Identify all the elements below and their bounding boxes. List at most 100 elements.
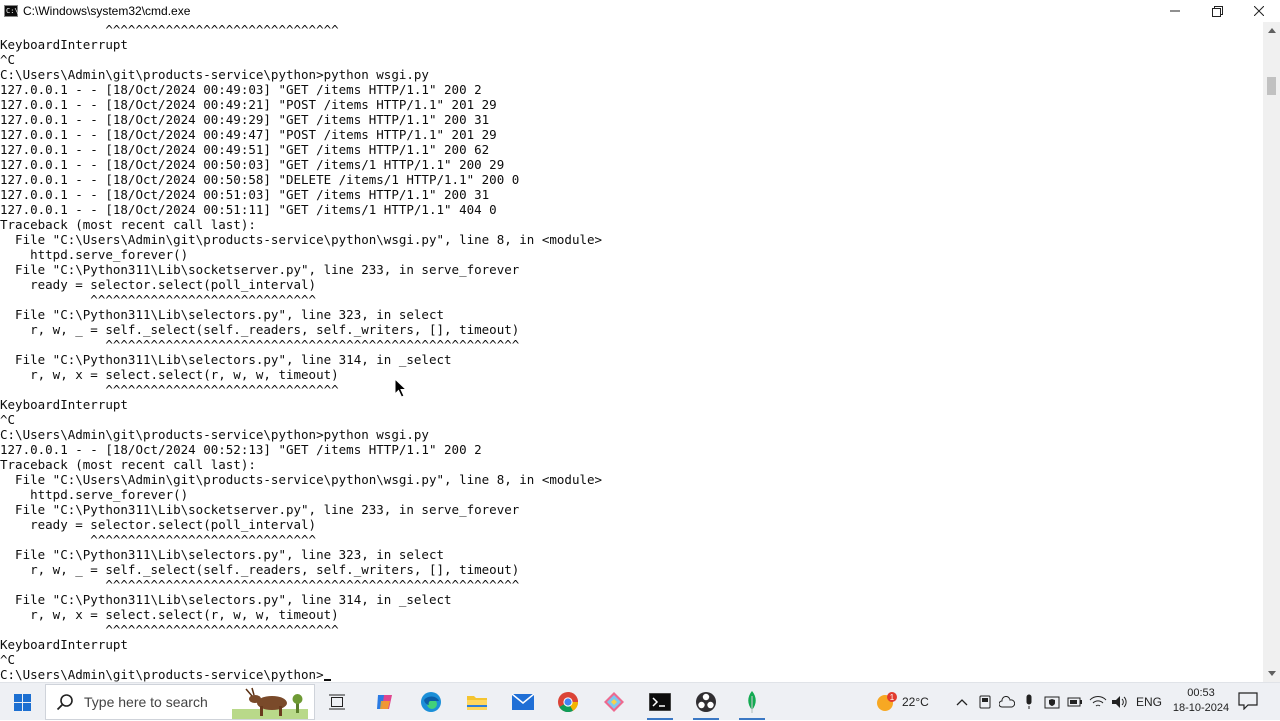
device-icon [979, 695, 991, 709]
minimize-button[interactable] [1154, 0, 1196, 22]
microphone-icon [1026, 694, 1032, 709]
git-diamond-icon [604, 692, 624, 712]
console-text: ^^^^^^^^^^^^^^^^^^^^^^^^^^^^^^^ Keyboard… [0, 22, 602, 682]
console-line: ^^^^^^^^^^^^^^^^^^^^^^^^^^^^^^^ [105, 621, 339, 637]
console-line: httpd.serve_forever() [30, 246, 189, 262]
console-line: File "C:\Python311\Lib\selectors.py", li… [15, 306, 445, 322]
minimize-icon [1170, 10, 1180, 12]
obs-button[interactable] [683, 683, 729, 721]
mail-button[interactable] [500, 683, 546, 721]
window-title-bar[interactable]: C:\ C:\Windows\system32\cmd.exe [0, 0, 1280, 22]
git-tool-button[interactable] [591, 683, 637, 721]
console-line: KeyboardInterrupt [0, 396, 128, 412]
console-line: File "C:\Python311\Lib\selectors.py", li… [15, 351, 452, 367]
shield-icon [1044, 696, 1060, 709]
console-output[interactable]: ^^^^^^^^^^^^^^^^^^^^^^^^^^^^^^^ Keyboard… [0, 22, 1263, 682]
search-highlight-illustration-icon [232, 687, 308, 719]
console-line: 127.0.0.1 - - [18/Oct/2024 00:52:13] "GE… [0, 441, 482, 457]
show-hidden-icons-button[interactable] [953, 693, 971, 711]
scroll-down-button[interactable] [1263, 665, 1280, 682]
language-indicator[interactable]: ENG [1136, 695, 1162, 709]
console-line: 127.0.0.1 - - [18/Oct/2024 00:49:29] "GE… [0, 111, 490, 127]
cloud-icon [999, 696, 1015, 708]
tray-app-2[interactable] [998, 693, 1016, 711]
obs-icon [696, 692, 716, 712]
console-line: ready = selector.select(poll_interval) [30, 276, 317, 292]
console-line: ready = selector.select(poll_interval) [30, 516, 317, 532]
console-line: r, w, _ = self._select(self._readers, se… [30, 561, 520, 577]
microphone-button[interactable] [1020, 693, 1038, 711]
weather-badge: 1 [890, 693, 895, 702]
start-button[interactable] [0, 683, 44, 721]
scroll-thumb[interactable] [1267, 77, 1276, 95]
clock-date: 18-10-2024 [1172, 702, 1230, 714]
console-line: ^^^^^^^^^^^^^^^^^^^^^^^^^^^^^^ [90, 291, 317, 307]
console-line: 127.0.0.1 - - [18/Oct/2024 00:49:21] "PO… [0, 96, 497, 112]
mail-icon [512, 694, 534, 710]
console-line: File "C:\Users\Admin\git\products-servic… [15, 471, 603, 487]
vertical-scrollbar[interactable] [1263, 22, 1280, 682]
notification-center-button[interactable] [1238, 692, 1260, 712]
console-line: 127.0.0.1 - - [18/Oct/2024 00:51:11] "GE… [0, 201, 497, 217]
weather-temperature: 22°C [902, 695, 929, 709]
network-button[interactable] [1089, 693, 1107, 711]
copilot-button[interactable] [362, 683, 408, 721]
console-line: File "C:\Users\Admin\git\products-servic… [15, 231, 603, 247]
console-line: KeyboardInterrupt [0, 36, 128, 52]
prompt: C:\Users\Admin\git\products-service\pyth… [0, 666, 324, 682]
console-line: ^C [0, 651, 16, 667]
restore-button[interactable] [1196, 0, 1238, 22]
leaf-icon [748, 691, 756, 713]
task-view-icon [329, 694, 345, 710]
weather-widget[interactable]: 1 22°C [874, 683, 929, 721]
file-explorer-button[interactable] [454, 683, 500, 721]
console-line: File "C:\Python311\Lib\selectors.py", li… [15, 546, 445, 562]
text-cursor [323, 678, 331, 681]
close-icon [1254, 6, 1264, 16]
console-line: Traceback (most recent call last): [0, 456, 256, 472]
console-line: 127.0.0.1 - - [18/Oct/2024 00:50:03] "GE… [0, 156, 505, 172]
console-lines: ^^^^^^^^^^^^^^^^^^^^^^^^^^^^^^^ Keyboard… [0, 22, 602, 667]
taskbar-search[interactable]: Type here to search [45, 684, 315, 720]
battery-button[interactable] [1066, 693, 1084, 711]
console-line: C:\Users\Admin\git\products-service\pyth… [0, 66, 429, 82]
console-line: r, w, x = select.select(r, w, w, timeout… [30, 606, 339, 622]
console-line: File "C:\Python311\Lib\socketserver.py",… [15, 501, 520, 517]
windows-start-icon [13, 693, 31, 711]
wifi-icon [1089, 696, 1107, 707]
clock-time: 00:53 [1187, 687, 1215, 699]
chevron-up-icon [956, 699, 968, 706]
search-icon [56, 694, 73, 711]
search-placeholder: Type here to search [84, 694, 208, 710]
battery-icon [1067, 697, 1082, 707]
mongodb-button[interactable] [729, 683, 775, 721]
edge-icon [421, 692, 441, 712]
folder-icon [467, 696, 487, 710]
speaker-icon [1112, 696, 1127, 708]
console-line: 127.0.0.1 - - [18/Oct/2024 00:50:58] "DE… [0, 171, 520, 187]
edge-button[interactable] [408, 683, 454, 721]
volume-button[interactable] [1111, 693, 1129, 711]
scroll-up-button[interactable] [1263, 22, 1280, 39]
command-prompt-button[interactable] [637, 683, 683, 721]
console-line: File "C:\Python311\Lib\selectors.py", li… [15, 591, 452, 607]
scroll-up-icon [1267, 28, 1276, 33]
console-line: r, w, x = select.select(r, w, w, timeout… [30, 366, 339, 382]
window-controls [1154, 0, 1280, 22]
notification-icon [1238, 692, 1258, 711]
tray-app-1[interactable] [976, 693, 994, 711]
clock[interactable]: 00:53 18-10-2024 [1172, 686, 1230, 716]
window-title: C:\Windows\system32\cmd.exe [23, 4, 191, 18]
scroll-down-icon [1267, 671, 1276, 676]
cmd-icon: C:\ [4, 5, 19, 17]
close-button[interactable] [1238, 0, 1280, 22]
console-line: File "C:\Python311\Lib\socketserver.py",… [15, 261, 520, 277]
taskbar: Type here to search 1 22°C ENG 00:53 18-… [0, 682, 1280, 720]
console-line: ^^^^^^^^^^^^^^^^^^^^^^^^^^^^^^^ [105, 22, 339, 37]
security-button[interactable] [1043, 693, 1061, 711]
weather-sun-icon: 1 [877, 692, 897, 711]
chrome-button[interactable] [545, 683, 591, 721]
task-view-button[interactable] [314, 683, 360, 721]
copilot-icon [377, 695, 392, 709]
console-line: ^^^^^^^^^^^^^^^^^^^^^^^^^^^^^^^^^^^^^^^^… [105, 576, 520, 592]
